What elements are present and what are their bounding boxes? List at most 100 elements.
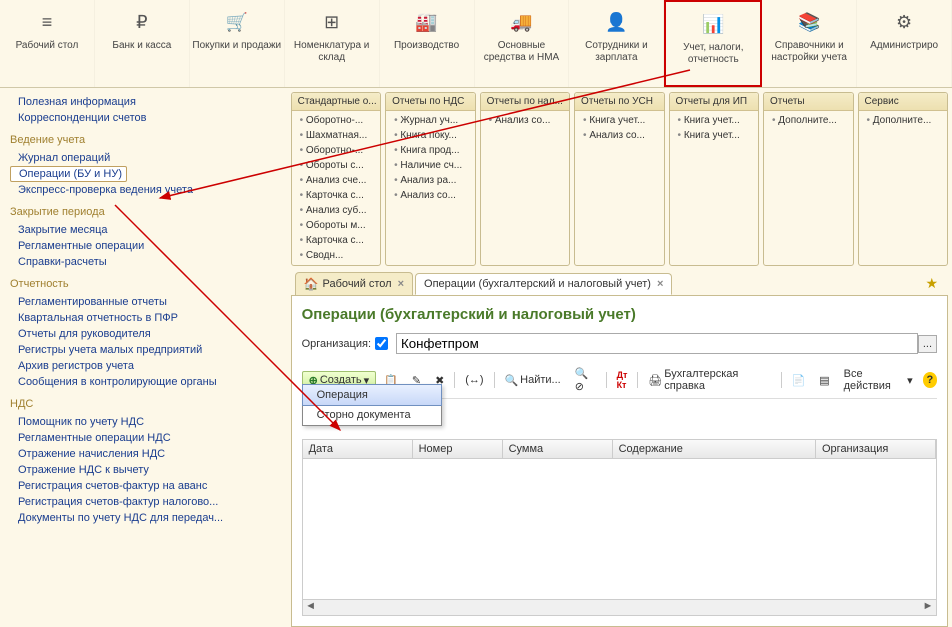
panel-item[interactable]: Обороты м...	[292, 218, 380, 233]
panel-item[interactable]: Карточка с...	[292, 188, 380, 203]
nav-bank[interactable]: ₽Банк и касса	[95, 0, 190, 87]
panel-item[interactable]: Дополните...	[764, 113, 852, 128]
nav-admin[interactable]: ⚙Администриро	[857, 0, 952, 87]
refresh-button[interactable]: (↔)	[459, 371, 489, 389]
nav-production[interactable]: 🏭Производство	[380, 0, 475, 87]
panel-item[interactable]: Оборотно-...	[292, 143, 380, 158]
all-actions-button[interactable]: Все действия ▾	[838, 365, 919, 395]
org-input[interactable]	[396, 333, 918, 354]
sidebar-link[interactable]: Регламентные операции	[10, 238, 281, 254]
sidebar-link[interactable]: Помощник по учету НДС	[10, 414, 281, 430]
panel-item[interactable]: Анализ со...	[575, 128, 663, 143]
panel-item[interactable]: Журнал уч...	[386, 113, 474, 128]
panel-item[interactable]: Наличие сч...	[386, 158, 474, 173]
panel-ip: Отчеты для ИП Книга учет... Книга учет..…	[669, 92, 759, 266]
help-button[interactable]: ?	[923, 372, 937, 388]
nav-label: Банк и касса	[112, 40, 171, 52]
scroll-right-icon[interactable]: ►	[920, 600, 936, 615]
tab-operations[interactable]: Операции (бухгалтерский и налоговый учет…	[415, 273, 672, 295]
clear-search-button[interactable]: 🔍⊘	[569, 364, 602, 396]
sidebar-link[interactable]: Регламентированные отчеты	[10, 294, 281, 310]
sidebar-link[interactable]: Отчеты для руководителя	[10, 326, 281, 342]
grid-body[interactable]	[302, 459, 937, 600]
sidebar-link[interactable]: Регламентные операции НДС	[10, 430, 281, 446]
sidebar-link[interactable]: Регистрация счетов-фактур налогово...	[10, 494, 281, 510]
panel-item[interactable]: Книга прод...	[386, 143, 474, 158]
org-checkbox[interactable]	[375, 337, 388, 350]
sidebar-link-correspondence[interactable]: Корреспонденции счетов	[10, 110, 281, 126]
panel-item[interactable]: Книга учет...	[575, 113, 663, 128]
sidebar-link-journal[interactable]: Журнал операций	[10, 150, 281, 166]
sidebar-link[interactable]: Отражение начисления НДС	[10, 446, 281, 462]
panel-vat: Отчеты по НДС Журнал уч... Книга поку...…	[385, 92, 475, 266]
col-sum[interactable]: Сумма	[503, 440, 613, 458]
panel-item[interactable]: Обороты с...	[292, 158, 380, 173]
sidebar-link[interactable]: Регистрация счетов-фактур на аванс	[10, 478, 281, 494]
panel-item[interactable]: Анализ со...	[386, 188, 474, 203]
panel-item[interactable]: Дополните...	[859, 113, 947, 128]
panel-item[interactable]: Сводн...	[292, 248, 380, 263]
panel-item[interactable]: Книга учет...	[670, 113, 758, 128]
nav-label: Покупки и продажи	[192, 40, 281, 52]
panel-item[interactable]: Анализ со...	[481, 113, 569, 128]
panel-item[interactable]: Оборотно-...	[292, 113, 380, 128]
sidebar-link-operations[interactable]: Операции (БУ и НУ)	[10, 166, 127, 182]
col-content[interactable]: Содержание	[613, 440, 816, 458]
sidebar-link-useful-info[interactable]: Полезная информация	[10, 94, 281, 110]
col-org[interactable]: Организация	[816, 440, 936, 458]
panel-tax: Отчеты по нал... Анализ со...	[480, 92, 570, 266]
nav-directories[interactable]: 📚Справочники и настройки учета	[762, 0, 857, 87]
find-label: Найти...	[520, 374, 561, 386]
org-select-button[interactable]: ...	[918, 335, 937, 353]
person-icon: 👤	[605, 12, 627, 32]
horizontal-scrollbar[interactable]: ◄ ►	[302, 600, 937, 616]
panel-header[interactable]: Стандартные о...	[292, 93, 380, 111]
nav-desktop[interactable]: ≡Рабочий стол	[0, 0, 95, 87]
tab-close-icon[interactable]: ×	[657, 278, 663, 290]
panel-header[interactable]: Отчеты по НДС	[386, 93, 474, 111]
panel-item[interactable]: Анализ ра...	[386, 173, 474, 188]
panel-item[interactable]: Шахматная...	[292, 128, 380, 143]
panel-item[interactable]: Книга поку...	[386, 128, 474, 143]
sidebar-link[interactable]: Сообщения в контролирующие органы	[10, 374, 281, 390]
sidebar-link-express-check[interactable]: Экспресс-проверка ведения учета	[10, 182, 281, 198]
col-date[interactable]: Дата	[303, 440, 413, 458]
sidebar-link[interactable]: Справки-расчеты	[10, 254, 281, 270]
report-button[interactable]: 📄	[785, 371, 811, 390]
panel-header[interactable]: Сервис	[859, 93, 947, 111]
panel-item[interactable]: Анализ сче...	[292, 173, 380, 188]
sidebar-link[interactable]: Архив регистров учета	[10, 358, 281, 374]
sidebar-link[interactable]: Отражение НДС к вычету	[10, 462, 281, 478]
panel-header[interactable]: Отчеты по нал...	[481, 93, 569, 111]
dropdown-item-operation[interactable]: Операция	[302, 384, 442, 406]
col-number[interactable]: Номер	[413, 440, 503, 458]
nav-nomenclature[interactable]: ⊞Номенклатура и склад	[285, 0, 380, 87]
panel-item[interactable]: Анализ суб...	[292, 203, 380, 218]
sidebar-heading: НДС	[10, 398, 281, 410]
dropdown-item-storno[interactable]: Сторно документа	[303, 405, 441, 425]
panel-standard: Стандартные о... Оборотно-... Шахматная.…	[291, 92, 381, 266]
sidebar-link[interactable]: Закрытие месяца	[10, 222, 281, 238]
tab-desktop[interactable]: 🏠 Рабочий стол ×	[295, 272, 413, 295]
nav-employees[interactable]: 👤Сотрудники и зарплата	[569, 0, 664, 87]
dt-kt-button[interactable]: ДтКт	[611, 367, 634, 393]
panel-header[interactable]: Отчеты для ИП	[670, 93, 758, 111]
panel-header[interactable]: Отчеты	[764, 93, 852, 111]
find-button[interactable]: 🔍Найти...	[498, 371, 566, 390]
panel-item[interactable]: Книга учет...	[670, 128, 758, 143]
nav-purchases[interactable]: 🛒Покупки и продажи	[190, 0, 285, 87]
sidebar-link[interactable]: Регистры учета малых предприятий	[10, 342, 281, 358]
panel-item[interactable]: Карточка с...	[292, 233, 380, 248]
nav-accounting[interactable]: 📊Учет, налоги, отчетность	[664, 0, 762, 87]
tab-close-icon[interactable]: ×	[398, 278, 404, 290]
sidebar-link[interactable]: Квартальная отчетность в ПФР	[10, 310, 281, 326]
print-button[interactable]: 🖨Бухгалтерская справка	[642, 365, 776, 395]
scroll-left-icon[interactable]: ◄	[303, 600, 319, 615]
sidebar-link[interactable]: Документы по учету НДС для передач...	[10, 510, 281, 526]
favorite-icon[interactable]: ★	[919, 275, 944, 292]
panel-header[interactable]: Отчеты по УСН	[575, 93, 663, 111]
nav-assets[interactable]: 🚚Основные средства и НМА	[475, 0, 570, 87]
list-button[interactable]: ▤	[813, 371, 835, 390]
search-icon: 🔍	[504, 374, 518, 387]
dtkt-icon: ДтКт	[617, 370, 628, 390]
